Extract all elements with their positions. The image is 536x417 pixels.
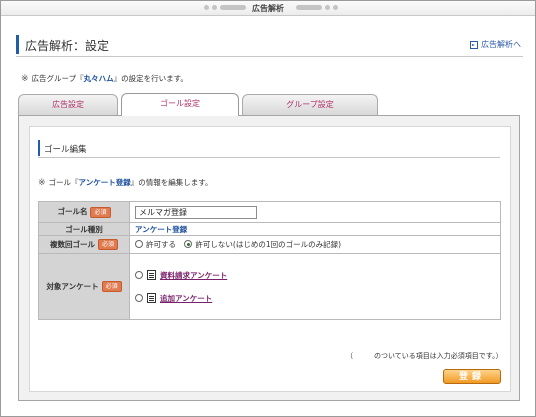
goal-edit-section: ゴール編集 ※ ゴール『アンケート登録』の情報を編集します。 ゴール名必須 ゴー…: [29, 126, 511, 392]
survey-2-link[interactable]: 追加アンケート: [160, 293, 212, 304]
app-window: 広告解析 広告解析：設定 広告解析へ ※ 広告グループ『丸々ハム』の設定を行いま…: [0, 0, 536, 417]
help-link-label: 広告解析へ: [481, 40, 521, 49]
survey-doc-icon: [147, 293, 156, 303]
goal-type-cell: アンケート登録: [129, 222, 501, 236]
duplicate-deny-radio[interactable]: [184, 240, 193, 249]
group-note: ※ 広告グループ『丸々ハム』の設定を行います。: [21, 73, 188, 84]
tab-panel: ゴール編集 ※ ゴール『アンケート登録』の情報を編集します。 ゴール名必須 ゴー…: [18, 115, 520, 401]
goal-note-prefix: ゴール『: [48, 178, 79, 187]
required-footnote: （ のついている項目は入力必須項目です。）: [346, 352, 503, 360]
row-target-survey: 対象アンケート 必須 資料請求アンケート 追加アンケート: [38, 253, 501, 320]
row-goal-name: ゴール名 必須: [38, 201, 501, 223]
goal-name-label: ゴール名: [57, 207, 88, 217]
duplicate-goal-options: 許可する 許可しない(はじめの1回のゴールのみ記録): [129, 235, 501, 254]
goal-name-cell: [129, 201, 501, 223]
duplicate-allow-option[interactable]: 許可する: [135, 239, 176, 250]
title-accent-bar: [16, 35, 19, 54]
tab-goal-settings[interactable]: ゴール設定: [121, 93, 239, 116]
page-title: 広告解析：設定: [25, 39, 110, 53]
goal-type-value: アンケート登録: [135, 224, 188, 234]
goal-note: ※ ゴール『アンケート登録』の情報を編集します。: [38, 177, 213, 188]
asterisk-icon: ※: [38, 177, 46, 188]
required-badge: 必須: [97, 239, 118, 251]
section-accent-bar: [38, 140, 40, 156]
tab-ad-settings[interactable]: 広告設定: [18, 94, 118, 115]
goal-form: ゴール名必須 ゴール種別 アンケート登録 複数回ゴール必須 許可する: [38, 201, 501, 320]
group-note-suffix: 』の設定を行います。: [113, 74, 188, 83]
duplicate-deny-option[interactable]: 許可しない(はじめの1回のゴールのみ記録): [184, 239, 341, 250]
goal-name-ref: アンケート登録: [78, 178, 131, 187]
duplicate-deny-label: 許可しない(はじめの1回のゴールのみ記録): [195, 239, 342, 249]
goal-name-label-cell: ゴール名 必須: [38, 201, 130, 223]
survey-1-link[interactable]: 資料請求アンケート: [160, 270, 227, 281]
duplicate-goal-label-cell: 複数回ゴール 必須: [38, 235, 130, 254]
survey-2-radio[interactable]: [135, 294, 143, 302]
page-header: 広告解析：設定 広告解析へ: [16, 34, 523, 57]
goal-type-label: ゴール種別: [38, 222, 130, 236]
survey-doc-icon: [147, 270, 156, 280]
duplicate-allow-label: 許可する: [146, 239, 176, 249]
title-decoration-right: [296, 5, 338, 10]
tab-group-settings[interactable]: グループ設定: [242, 94, 378, 115]
required-badge: 必須: [90, 206, 111, 218]
target-survey-options: 資料請求アンケート 追加アンケート: [129, 253, 501, 320]
target-survey-label-cell: 対象アンケート 必須: [38, 253, 130, 320]
window-title: 広告解析: [252, 4, 284, 13]
survey-option-2[interactable]: 追加アンケート: [135, 291, 500, 305]
row-duplicate-goal: 複数回ゴール 必須 許可する 許可しない(はじめの1回のゴールのみ記録): [38, 235, 501, 254]
group-name: 丸々ハム: [83, 74, 114, 83]
target-survey-label: 対象アンケート: [46, 281, 99, 291]
tab-bar: 広告設定 ゴール設定 グループ設定: [18, 93, 520, 116]
group-note-prefix: 広告グループ『: [31, 74, 84, 83]
register-button[interactable]: 登録: [443, 369, 501, 384]
goal-name-input[interactable]: [135, 205, 257, 219]
goal-note-suffix: 』の情報を編集します。: [130, 178, 213, 187]
survey-option-1[interactable]: 資料請求アンケート: [135, 268, 500, 282]
survey-1-radio[interactable]: [135, 271, 143, 279]
section-title: ゴール編集: [44, 145, 87, 155]
jump-icon: [470, 40, 478, 49]
help-link[interactable]: 広告解析へ: [470, 39, 521, 50]
duplicate-goal-label: 複数回ゴール: [49, 239, 95, 249]
duplicate-allow-radio[interactable]: [135, 240, 143, 249]
title-bar: 広告解析: [1, 1, 535, 16]
section-header: ゴール編集: [38, 140, 500, 158]
required-badge: 必須: [101, 281, 122, 293]
asterisk-icon: ※: [21, 73, 29, 84]
row-goal-type: ゴール種別 アンケート登録: [38, 222, 501, 236]
